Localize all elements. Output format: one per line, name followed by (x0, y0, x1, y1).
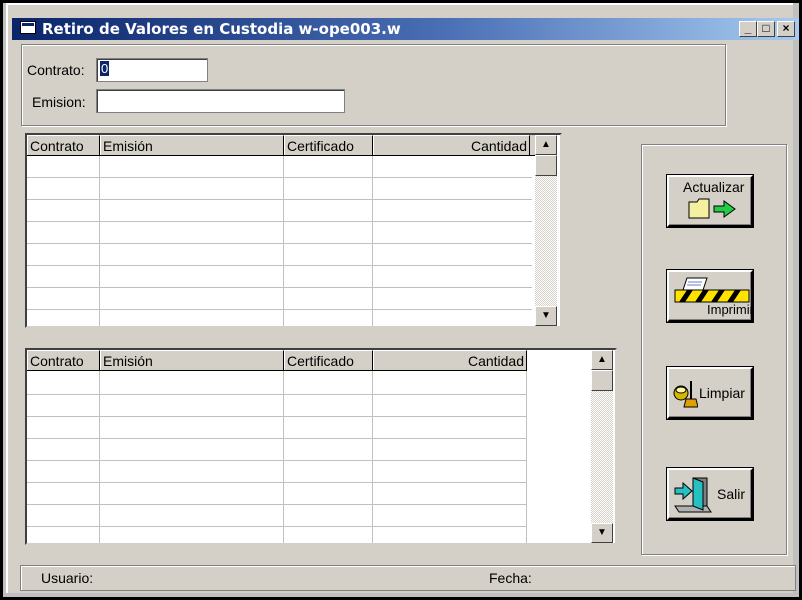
emision-label: Emision: (32, 94, 86, 110)
exit-door-icon (674, 477, 712, 513)
grid-top-scrollbar[interactable]: ▲ ▼ (535, 135, 557, 326)
grid-row (27, 504, 527, 505)
scroll-down-arrow-icon[interactable]: ▼ (535, 306, 557, 326)
scroll-thumb[interactable] (591, 370, 613, 391)
grid-row (27, 199, 532, 200)
window-title: Retiro de Valores en Custodia w-ope003.w (42, 20, 401, 38)
col-emision[interactable]: Emisión (100, 350, 284, 370)
contrato-value: 0 (100, 61, 110, 76)
salir-button[interactable]: Salir (666, 467, 754, 521)
col-certificado[interactable]: Certificado (284, 350, 373, 370)
limpiar-button[interactable]: Limpiar (666, 366, 754, 420)
grid-bottom[interactable]: Contrato Emisión Certificado Cantidad ▲ … (25, 348, 617, 545)
limpiar-label: Limpiar (699, 385, 745, 401)
maximize-button[interactable]: □ (757, 21, 775, 37)
contrato-field[interactable]: 0 (96, 58, 208, 82)
scroll-thumb[interactable] (535, 155, 557, 176)
usuario-label: Usuario: (41, 570, 94, 586)
salir-label: Salir (717, 486, 746, 502)
folder-arrow-icon (688, 198, 736, 219)
col-cantidad[interactable]: Cantidad (373, 350, 527, 370)
minimize-button[interactable]: _ (739, 21, 757, 37)
emision-field[interactable] (96, 89, 345, 113)
col-cantidad[interactable]: Cantidad (373, 135, 530, 155)
imprimir-label: Imprimir (707, 302, 754, 317)
grid-divider (372, 371, 373, 543)
scroll-down-arrow-icon[interactable]: ▼ (591, 523, 613, 543)
grid-row (27, 460, 527, 461)
grid-row (27, 221, 532, 222)
scroll-up-arrow-icon[interactable]: ▲ (591, 350, 613, 370)
actualizar-label: Actualizar (683, 179, 745, 195)
col-contrato[interactable]: Contrato (27, 350, 100, 370)
broom-bucket-icon (673, 381, 698, 408)
status-bar: Usuario: Fecha: (20, 565, 796, 591)
grid-row (27, 265, 532, 266)
scroll-up-arrow-icon[interactable]: ▲ (535, 135, 557, 155)
grid-row (27, 287, 532, 288)
grid-divider (526, 371, 527, 543)
grid-row (27, 526, 527, 527)
contrato-label: Contrato: (27, 62, 85, 78)
grid-row (27, 438, 527, 439)
grid-row (27, 243, 532, 244)
grid-row (27, 416, 527, 417)
grid-top[interactable]: Contrato Emisión Certificado Cantidad ▲ … (25, 133, 562, 328)
filter-group (21, 44, 726, 126)
close-button[interactable]: × (777, 21, 795, 37)
grid-row (27, 482, 527, 483)
grid-divider (99, 156, 100, 326)
grid-divider (372, 156, 373, 326)
grid-row (27, 177, 532, 178)
grid-divider (99, 371, 100, 543)
col-contrato[interactable]: Contrato (27, 135, 100, 155)
fecha-label: Fecha: (489, 570, 532, 586)
grid-bottom-header: Contrato Emisión Certificado Cantidad (27, 350, 527, 371)
col-emision[interactable]: Emisión (100, 135, 284, 155)
grid-top-header: Contrato Emisión Certificado Cantidad (27, 135, 535, 156)
grid-row (27, 394, 527, 395)
imprimir-button[interactable]: Imprimir (666, 269, 754, 323)
col-certificado[interactable]: Certificado (284, 135, 373, 155)
grid-divider (283, 156, 284, 326)
actualizar-button[interactable]: Actualizar (666, 174, 754, 228)
grid-divider (283, 371, 284, 543)
title-bar[interactable]: Retiro de Valores en Custodia w-ope003.w… (12, 18, 799, 40)
grid-row (27, 309, 532, 310)
window-icon (20, 21, 36, 34)
grid-bottom-scrollbar[interactable]: ▲ ▼ (591, 350, 613, 543)
